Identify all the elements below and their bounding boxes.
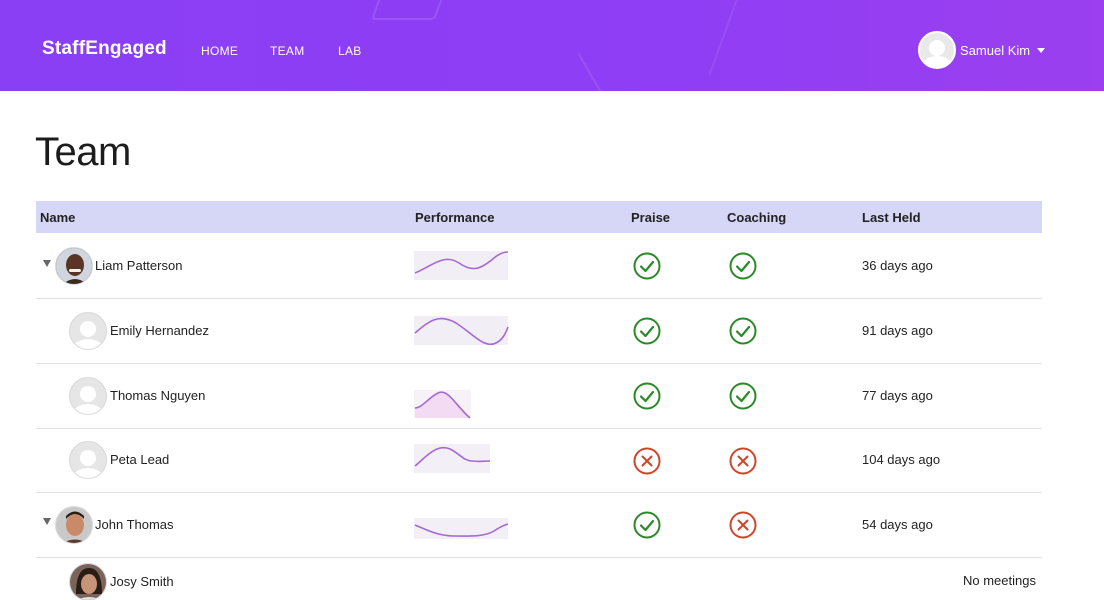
top-navbar: StaffEngaged HOME TEAM LAB Samuel Kim — [0, 0, 1104, 91]
column-header-coaching[interactable]: Coaching — [727, 210, 786, 225]
column-header-performance[interactable]: Performance — [415, 210, 494, 225]
last-held: 77 days ago — [862, 388, 933, 403]
table-row[interactable]: Liam Patterson 36 days ago — [36, 234, 1042, 299]
decorative-shape — [370, 0, 454, 20]
avatar-placeholder-icon — [69, 441, 107, 479]
employee-name[interactable]: Thomas Nguyen — [110, 388, 205, 403]
performance-sparkline — [414, 316, 509, 346]
table-row[interactable]: Peta Lead 104 days ago — [36, 429, 1042, 493]
chevron-down-icon[interactable] — [1037, 48, 1046, 53]
praise-check-icon — [633, 511, 661, 539]
avatar-placeholder-icon — [69, 377, 107, 415]
user-menu[interactable]: Samuel Kim — [918, 31, 1046, 69]
last-held: 104 days ago — [862, 452, 941, 467]
last-held: No meetings — [963, 573, 1036, 588]
table-header: Name Performance Praise Coaching Last He… — [36, 201, 1042, 233]
employee-name[interactable]: Josy Smith — [110, 574, 174, 589]
praise-cross-icon — [633, 447, 661, 475]
expand-caret-icon[interactable] — [43, 260, 51, 267]
coaching-check-icon — [729, 252, 757, 280]
brand-logo[interactable]: StaffEngaged — [42, 38, 167, 60]
performance-sparkline — [414, 518, 509, 539]
performance-sparkline — [414, 444, 491, 473]
employee-name[interactable]: John Thomas — [95, 517, 174, 532]
nav-team[interactable]: TEAM — [270, 44, 305, 58]
column-header-name[interactable]: Name — [40, 210, 75, 225]
avatar — [55, 506, 93, 544]
decorative-shape — [708, 0, 812, 91]
coaching-check-icon — [729, 317, 757, 345]
coaching-cross-icon — [729, 447, 757, 475]
praise-check-icon — [633, 252, 661, 280]
column-header-praise[interactable]: Praise — [631, 210, 670, 225]
table-row[interactable]: Thomas Nguyen 77 days ago — [36, 364, 1042, 429]
user-name: Samuel Kim — [960, 42, 1031, 58]
expand-caret-icon[interactable] — [43, 518, 51, 525]
praise-check-icon — [633, 382, 661, 410]
performance-sparkline — [414, 390, 471, 419]
employee-name[interactable]: Emily Hernandez — [110, 323, 209, 338]
employee-name[interactable]: Liam Patterson — [95, 258, 182, 273]
nav-lab[interactable]: LAB — [338, 44, 362, 58]
performance-sparkline — [414, 251, 509, 280]
avatar-placeholder-icon — [69, 312, 107, 350]
nav-home[interactable]: HOME — [201, 44, 238, 58]
decorative-shape — [577, 34, 643, 91]
praise-check-icon — [633, 317, 661, 345]
employee-name[interactable]: Peta Lead — [110, 452, 169, 467]
table-row[interactable]: John Thomas 54 days ago — [36, 493, 1042, 558]
last-held: 36 days ago — [862, 258, 933, 273]
user-placeholder-icon — [918, 31, 956, 69]
coaching-cross-icon — [729, 511, 757, 539]
table-row[interactable]: Emily Hernandez 91 days ago — [36, 299, 1042, 364]
coaching-check-icon — [729, 382, 757, 410]
last-held: 91 days ago — [862, 323, 933, 338]
last-held: 54 days ago — [862, 517, 933, 532]
avatar — [69, 563, 107, 600]
page-title: Team — [35, 130, 131, 174]
table-row[interactable]: Josy Smith No meetings — [36, 558, 1042, 600]
column-header-last-held[interactable]: Last Held — [862, 210, 921, 225]
avatar — [55, 247, 93, 285]
